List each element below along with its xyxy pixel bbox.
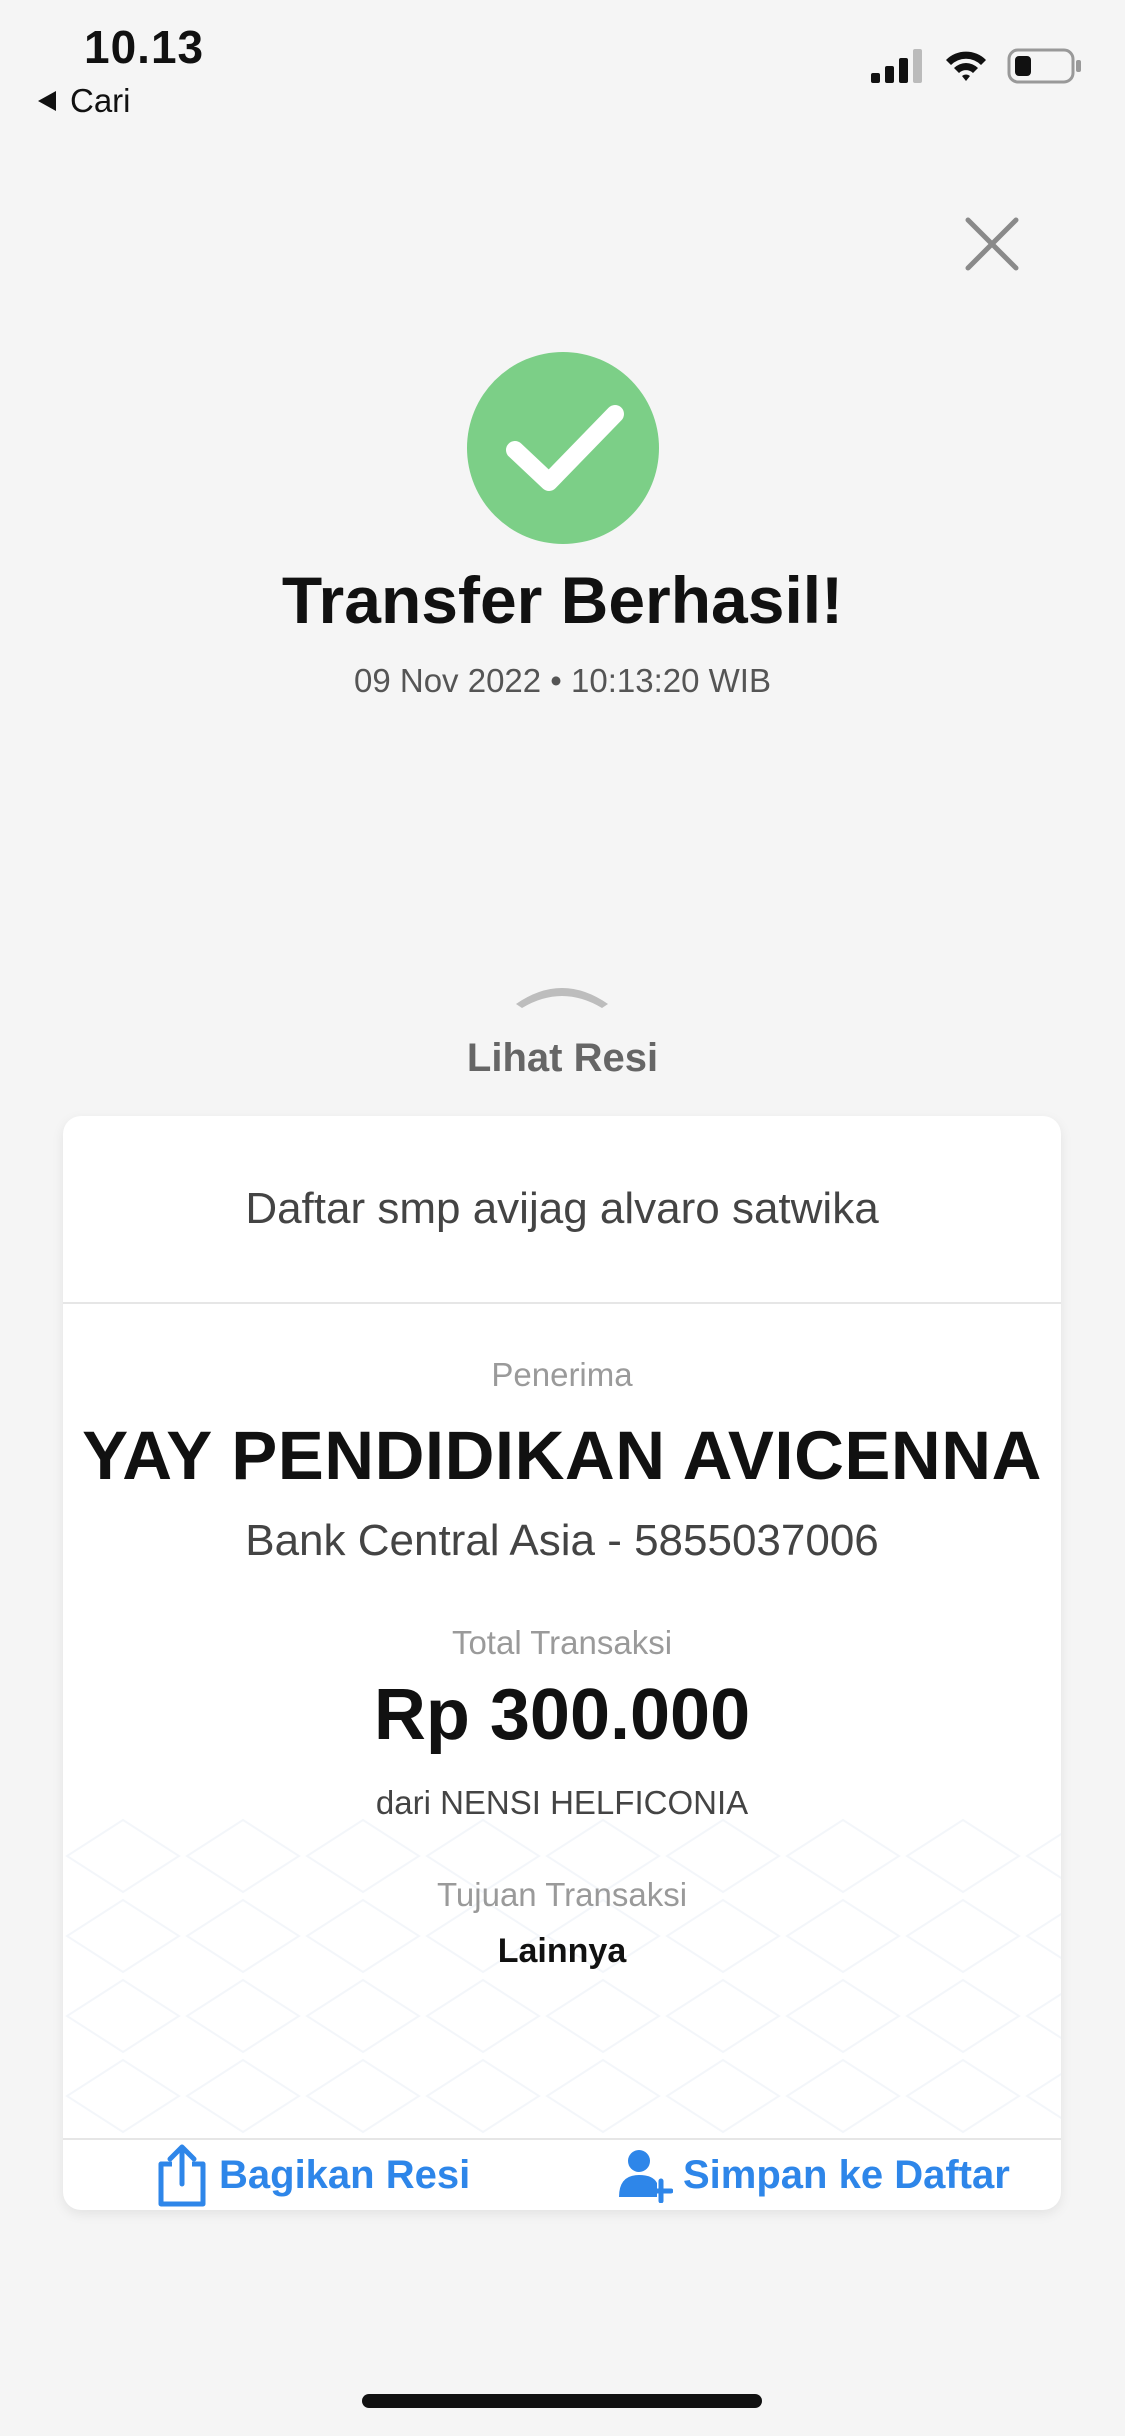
close-icon[interactable] xyxy=(962,214,1022,274)
share-icon xyxy=(158,2144,206,2207)
result-datetime: 09 Nov 2022 • 10:13:20 WIB xyxy=(354,662,771,699)
total-label: Total Transaksi xyxy=(451,1624,673,1661)
transaction-note: Daftar smp avijag alvaro satwika xyxy=(245,1184,879,1233)
receipt-card: Daftar smp avijag alvaro satwika Penerim… xyxy=(63,1116,1061,2210)
share-receipt-label: Bagikan Resi xyxy=(219,2152,471,2197)
wifi-icon xyxy=(946,51,986,81)
signal-icon xyxy=(871,49,922,83)
back-arrow-icon xyxy=(38,91,56,111)
check-icon xyxy=(506,405,624,491)
status-icons xyxy=(871,48,1083,84)
recipient-label: Penerima xyxy=(491,1356,633,1393)
divider xyxy=(63,1302,1061,1304)
back-label: Cari xyxy=(70,82,131,119)
back-to-search-button[interactable]: Cari xyxy=(38,82,131,120)
recipient-bank-account: Bank Central Asia - 5855037006 xyxy=(245,1516,879,1565)
view-receipt-toggle[interactable]: Lihat Resi xyxy=(0,1036,1125,1081)
purpose-label: Tujuan Transaksi xyxy=(436,1876,688,1913)
home-indicator[interactable] xyxy=(362,2394,762,2408)
status-time: 10.13 xyxy=(84,21,205,73)
sender-name: dari NENSI HELFICONIA xyxy=(375,1784,749,1821)
receipt-actions: Bagikan Resi Simpan ke Daftar xyxy=(63,2140,1061,2210)
purpose-value: Lainnya xyxy=(497,1932,627,1970)
battery-icon xyxy=(1007,48,1081,84)
background-pattern xyxy=(63,1816,1061,2138)
chevron-up-icon[interactable] xyxy=(512,972,612,1012)
transaction-amount: Rp 300.000 xyxy=(373,1675,751,1755)
add-user-icon xyxy=(619,2150,673,2203)
save-to-list-button[interactable]: Simpan ke Daftar xyxy=(617,2140,1010,2210)
save-to-list-label: Simpan ke Daftar xyxy=(683,2152,1010,2197)
result-title: Transfer Berhasil! xyxy=(281,563,844,637)
share-receipt-button[interactable]: Bagikan Resi xyxy=(155,2140,470,2210)
success-badge xyxy=(467,352,659,544)
screen: 10.13 Cari Transfer Berhasil! 09 Nov 202… xyxy=(0,0,1125,2436)
recipient-name: YAY PENDIDIKAN AVICENNA xyxy=(82,1417,1042,1494)
